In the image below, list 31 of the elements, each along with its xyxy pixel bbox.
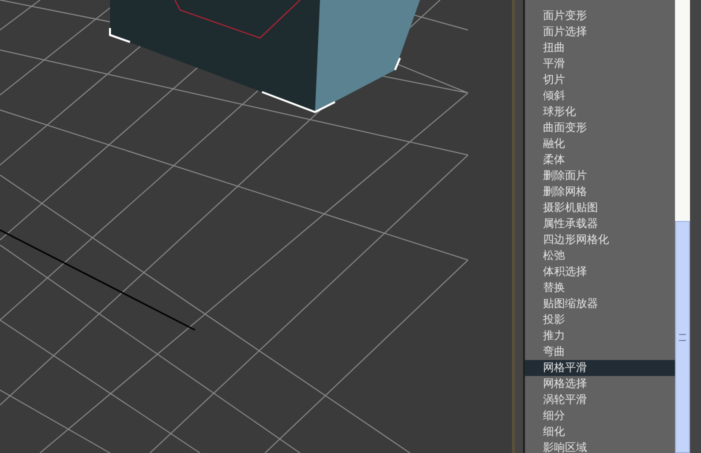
modifier-item[interactable]: 网格平滑 — [525, 360, 675, 376]
scrollbar-thumb[interactable] — [675, 221, 690, 453]
modifier-item[interactable]: 平滑 — [525, 56, 675, 72]
grip-icon — [679, 334, 686, 340]
modifier-item[interactable]: 切片 — [525, 72, 675, 88]
scrollbar[interactable] — [675, 0, 690, 453]
modifier-item[interactable]: 弯曲 — [525, 344, 675, 360]
modifier-item[interactable]: 涡轮平滑 — [525, 392, 675, 408]
modifier-item[interactable]: 面片变形 — [525, 8, 675, 24]
modifier-item[interactable]: 删除面片 — [525, 168, 675, 184]
modifier-item[interactable]: 四边形网格化 — [525, 232, 675, 248]
modifier-item[interactable]: 细化 — [525, 424, 675, 440]
modifier-item[interactable]: 柔体 — [525, 152, 675, 168]
modifier-item[interactable]: 影响区域 — [525, 440, 675, 453]
modifier-item[interactable]: 属性承载器 — [525, 216, 675, 232]
modifier-item[interactable]: 融化 — [525, 136, 675, 152]
modifier-item[interactable]: 松弛 — [525, 248, 675, 264]
modifier-item[interactable]: 摄影机贴图 — [525, 200, 675, 216]
modifier-item[interactable]: 网格选择 — [525, 376, 675, 392]
modifier-item[interactable]: 推力 — [525, 328, 675, 344]
modifier-item[interactable]: 倾斜 — [525, 88, 675, 104]
modifier-item[interactable]: 投影 — [525, 312, 675, 328]
modifier-item[interactable]: 曲面变形 — [525, 120, 675, 136]
modifier-item[interactable]: 删除网格 — [525, 184, 675, 200]
modifier-item[interactable]: 扭曲 — [525, 40, 675, 56]
modifier-item[interactable]: 体积选择 — [525, 264, 675, 280]
modifier-item[interactable]: 替换 — [525, 280, 675, 296]
modifier-item[interactable]: 球形化 — [525, 104, 675, 120]
modifier-item[interactable]: 贴图缩放器 — [525, 296, 675, 312]
modifier-item[interactable]: 面片选择 — [525, 24, 675, 40]
modifier-item[interactable]: 细分 — [525, 408, 675, 424]
